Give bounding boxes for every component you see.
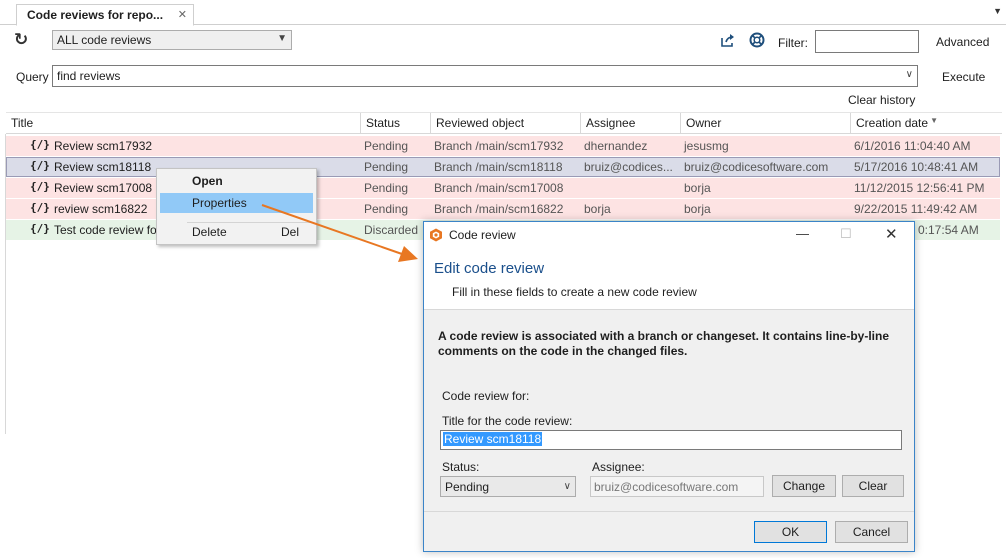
row-object: Branch /main/scm16822 — [434, 202, 564, 216]
code-review-icon: {/} — [30, 159, 50, 172]
row-date: 0:17:54 AM — [918, 223, 979, 237]
filter-label: Filter: — [778, 36, 808, 50]
minimize-icon[interactable]: — — [796, 226, 809, 241]
chevron-down-icon[interactable]: ∨ — [906, 69, 913, 80]
menu-item-delete-shortcut: Del — [280, 225, 299, 239]
code-review-icon: {/} — [30, 180, 50, 193]
share-icon[interactable] — [720, 32, 736, 48]
document-tab-strip: Code reviews for repo... ✕ ▼ — [0, 0, 1006, 26]
menu-item-open-label: Open — [192, 174, 223, 188]
chevron-down-icon: ∨ — [563, 481, 571, 492]
dialog-subheading: Fill in these fields to create a new cod… — [452, 285, 697, 299]
row-title: Test code review fo — [54, 223, 157, 237]
column-assignee[interactable]: Assignee — [580, 113, 680, 134]
row-status: Pending — [364, 139, 409, 153]
dialog-description: A code review is associated with a branc… — [438, 329, 890, 358]
assignee-field: bruiz@codicesoftware.com — [590, 476, 764, 497]
column-owner[interactable]: Owner — [680, 113, 850, 134]
row-owner: borja — [684, 202, 711, 216]
cancel-button[interactable]: Cancel — [835, 521, 908, 543]
sort-desc-icon: ▼ — [930, 116, 938, 125]
plastic-logo-icon — [429, 228, 443, 242]
review-filter-value: ALL code reviews — [57, 33, 152, 47]
tab-title: Code reviews for repo... — [27, 8, 164, 22]
clear-button[interactable]: Clear — [842, 475, 904, 497]
status-select[interactable]: Pending ∨ — [440, 476, 576, 497]
close-icon[interactable]: ✕ — [178, 8, 187, 21]
dialog-footer-separator — [424, 511, 914, 512]
column-reviewed-object[interactable]: Reviewed object — [430, 113, 580, 134]
creation-date-label: Creation date — [856, 116, 929, 130]
query-input[interactable]: find reviews ∨ — [52, 65, 918, 87]
clear-history-link[interactable]: Clear history — [848, 93, 915, 107]
code-review-dialog: Code review — ☐ ✕ Edit code review Fill … — [423, 221, 915, 552]
filter-input[interactable] — [815, 30, 919, 53]
code-review-for-label: Code review for: — [442, 389, 530, 403]
row-object: Branch /main/scm18118 — [434, 160, 563, 174]
column-status[interactable]: Status — [360, 113, 430, 134]
dialog-header: Edit code review Fill in these fields to… — [424, 250, 914, 310]
dialog-window-title: Code review — [449, 228, 516, 242]
row-owner: bruiz@codicesoftware.com — [684, 160, 829, 174]
context-menu: Open Properties Delete Del — [156, 168, 317, 245]
review-filter-combo[interactable]: ALL code reviews ▼ — [52, 30, 292, 50]
row-owner: jesusmg — [684, 139, 729, 153]
menu-item-properties[interactable]: Properties — [160, 193, 313, 213]
toolbar: ↻ ALL code reviews ▼ Filter: Advanced — [0, 26, 1006, 58]
row-date: 11/12/2015 12:56:41 PM — [854, 181, 985, 195]
table-row[interactable]: {/} Review scm17932 Pending Branch /main… — [6, 136, 1000, 156]
menu-item-delete-label: Delete — [192, 225, 227, 239]
assignee-label: Assignee: — [592, 460, 645, 474]
refresh-icon[interactable]: ↻ — [14, 30, 28, 50]
code-review-icon: {/} — [30, 138, 50, 151]
title-field-value: Review scm18118 — [443, 432, 543, 446]
close-icon[interactable]: ✕ — [885, 225, 898, 243]
tab-code-reviews[interactable]: Code reviews for repo... ✕ — [16, 4, 194, 26]
dialog-titlebar[interactable]: Code review — ☐ ✕ — [424, 222, 914, 250]
row-date: 5/17/2016 10:48:41 AM — [854, 160, 979, 174]
query-value: find reviews — [57, 69, 121, 83]
status-label: Status: — [442, 460, 480, 474]
row-assignee: dhernandez — [584, 139, 648, 153]
grid-header: Title Status Reviewed object Assignee Ow… — [6, 112, 1002, 134]
row-assignee: borja — [584, 202, 611, 216]
tab-menu-icon[interactable]: ▼ — [993, 6, 1002, 16]
row-status: Pending — [364, 160, 409, 174]
help-lifebuoy-icon[interactable] — [749, 32, 765, 48]
execute-button[interactable]: Execute — [942, 70, 985, 84]
title-label: Title for the code review: — [442, 414, 573, 428]
advanced-button[interactable]: Advanced — [936, 35, 989, 49]
ok-button[interactable]: OK — [754, 521, 827, 543]
row-status: Pending — [364, 202, 409, 216]
row-object: Branch /main/scm17008 — [434, 181, 564, 195]
row-assignee: bruiz@codices... — [584, 160, 673, 174]
chevron-down-icon: ▼ — [277, 33, 287, 44]
row-assignee — [580, 178, 680, 198]
row-object: Branch /main/scm17932 — [434, 139, 564, 153]
menu-item-open[interactable]: Open — [160, 171, 313, 191]
row-date: 6/1/2016 11:04:40 AM — [854, 139, 971, 153]
menu-item-delete[interactable]: Delete Del — [160, 222, 313, 242]
row-status: Discarded — [364, 223, 419, 237]
column-title[interactable]: Title — [6, 113, 360, 134]
title-field[interactable]: Review scm18118 — [440, 430, 902, 450]
row-owner: borja — [684, 181, 711, 195]
column-creation-date[interactable]: Creation date ▼ — [850, 113, 1002, 134]
code-review-icon: {/} — [30, 222, 50, 235]
query-label: Query — [16, 70, 49, 84]
dialog-heading: Edit code review — [434, 260, 545, 277]
code-review-icon: {/} — [30, 201, 50, 214]
row-title: Review scm17932 — [54, 139, 153, 153]
row-date: 9/22/2015 11:49:42 AM — [854, 202, 978, 216]
change-button[interactable]: Change — [772, 475, 836, 497]
row-status: Pending — [364, 181, 409, 195]
status-select-value: Pending — [445, 480, 490, 494]
maximize-icon: ☐ — [840, 226, 852, 241]
menu-item-properties-label: Properties — [192, 196, 247, 210]
